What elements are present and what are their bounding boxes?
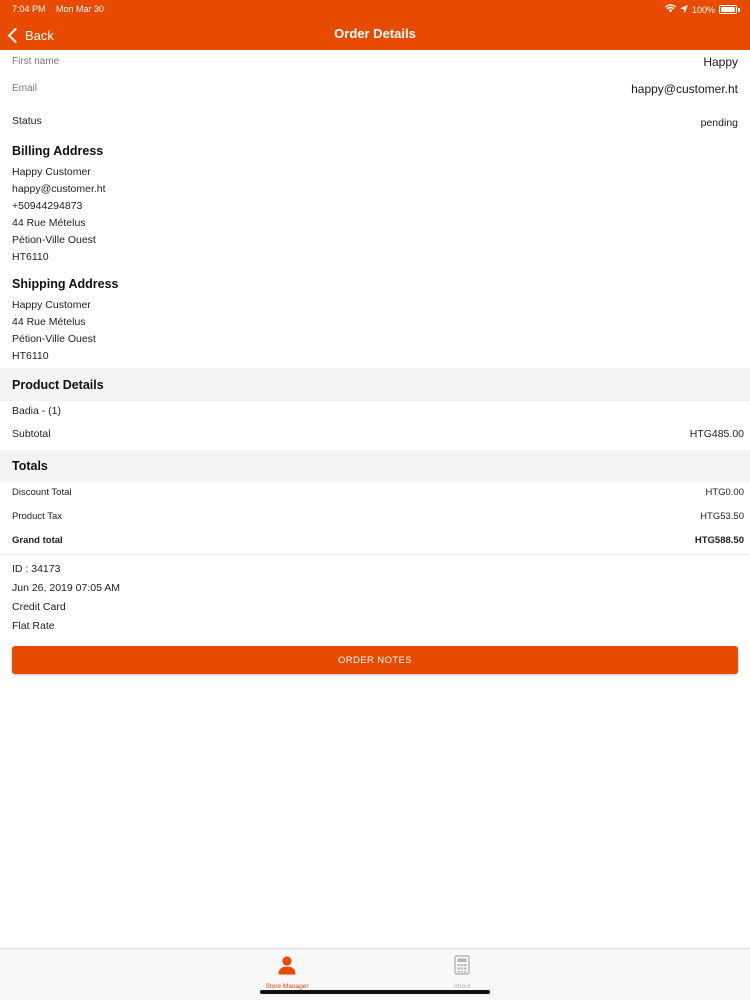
tab-store-manager[interactable]: Store Manager [247,955,327,995]
order-notes-button[interactable]: ORDER NOTES [12,646,738,674]
battery-icon [719,5,737,14]
shipping-line: Pétion-Ville Ouest [12,333,96,345]
status-label: Status [12,115,42,127]
subtotal-value: HTG485.00 [689,428,744,440]
billing-address-title: Billing Address [12,144,104,158]
calculator-icon [454,955,470,980]
home-indicator [260,990,490,994]
battery-tip [738,7,740,12]
email-label: Email [12,83,38,94]
shipping-line: 44 Rue Mételus [12,316,86,328]
product-item: Badia - (1) [12,405,62,417]
grand-total-value: HTG588.50 [694,535,744,546]
subtotal-label: Subtotal [12,428,51,440]
billing-line: HT6110 [12,251,49,263]
discount-value: HTG0.00 [705,487,744,498]
billing-line: Pétion-Ville Ouest [12,234,96,246]
tab-label: About [453,983,471,990]
product-details-title: Product Details [12,378,104,392]
tab-label: Store Manager [265,983,309,990]
status-value: pending [700,117,738,129]
billing-line: 44 Rue Mételus [12,217,86,229]
tab-about[interactable]: About [422,955,502,995]
location-arrow-icon [679,4,688,15]
order-date: Jun 26, 2019 07:05 AM [12,582,120,594]
first-name-label: First name [12,56,60,67]
email-value: happy@customer.ht [631,82,738,96]
tax-value: HTG53.50 [700,511,744,522]
shipping-method: Flat Rate [12,620,55,632]
product-details-header: Product Details [0,368,750,401]
billing-line: happy@customer.ht [12,183,106,195]
billing-line: Happy Customer [12,166,91,178]
status-indicators: 100% [664,4,740,15]
status-time: 7:04 PM [12,4,46,14]
status-date: Mon Mar 30 [56,4,105,14]
totals-header: Totals [0,450,750,482]
discount-label: Discount Total [12,487,72,498]
divider [0,554,750,555]
person-icon [277,955,297,980]
shipping-line: HT6110 [12,350,49,362]
payment-method: Credit Card [12,601,66,613]
battery-percent: 100% [691,4,715,15]
billing-line: +50944294873 [12,200,83,212]
page-title: Order Details [334,26,416,41]
wifi-icon [664,4,676,15]
shipping-line: Happy Customer [12,299,91,311]
grand-total-label: Grand total [12,535,63,546]
order-id: ID : 34173 [12,563,61,575]
tax-label: Product Tax [12,511,62,522]
first-name-value: Happy [703,55,738,69]
shipping-address-title: Shipping Address [12,277,119,291]
navigation-bar: 7:04 PM Mon Mar 30 100% Back Order Detai… [0,0,750,50]
totals-title: Totals [12,459,48,473]
